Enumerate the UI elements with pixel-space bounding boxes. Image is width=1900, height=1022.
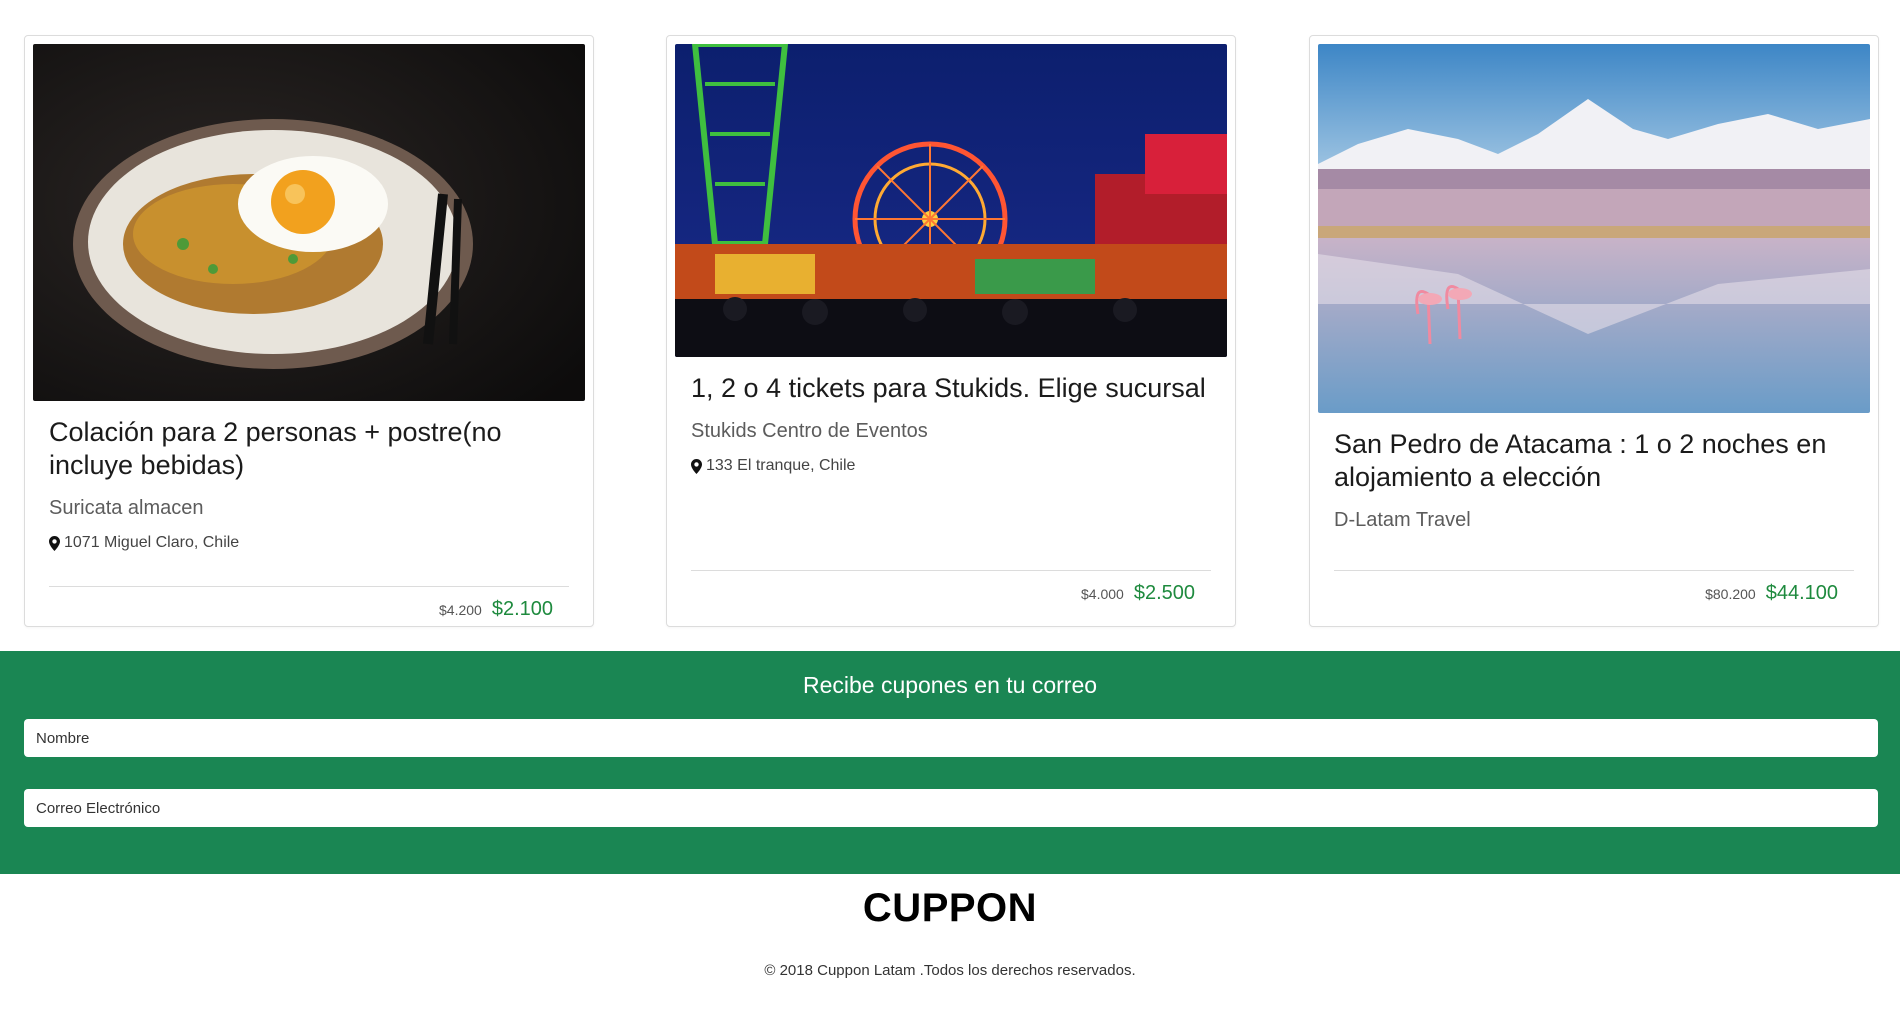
- deal-body: 1, 2 o 4 tickets para Stukids. Elige suc…: [691, 372, 1211, 475]
- email-input[interactable]: [24, 789, 1878, 827]
- deal-body: Colación para 2 personas + postre(no inc…: [49, 416, 569, 552]
- deal-vendor: Suricata almacen: [49, 497, 204, 519]
- deal-card[interactable]: San Pedro de Atacama : 1 o 2 noches en a…: [1309, 35, 1879, 627]
- old-price: $4.000: [1081, 586, 1124, 602]
- deal-location-text: 1071 Miguel Claro, Chile: [64, 534, 240, 551]
- deals-grid: Colación para 2 personas + postre(no inc…: [24, 35, 1879, 627]
- deal-title[interactable]: 1, 2 o 4 tickets para Stukids. Elige suc…: [691, 372, 1211, 405]
- footer-logo[interactable]: CUPPON: [0, 886, 1900, 931]
- map-pin-icon: [49, 535, 60, 551]
- deal-location-text: 133 El tranque, Chile: [706, 457, 856, 474]
- deal-vendor: D-Latam Travel: [1334, 509, 1471, 531]
- old-price: $4.200: [439, 602, 482, 618]
- footer-copyright: © 2018 Cuppon Latam .Todos los derechos …: [764, 962, 1136, 979]
- deal-location: 133 El tranque, Chile: [691, 457, 1211, 475]
- deal-image-amusement-park[interactable]: [675, 44, 1227, 357]
- name-input[interactable]: [24, 719, 1878, 757]
- map-pin-icon: [691, 458, 702, 474]
- divider: [1334, 570, 1854, 571]
- deal-location: 1071 Miguel Claro, Chile: [49, 534, 569, 552]
- new-price: $44.100: [1765, 582, 1838, 604]
- newsletter-title: Recibe cupones en tu correo: [802, 672, 1098, 698]
- deal-prices: $80.200 $44.100: [1705, 582, 1838, 605]
- new-price: $2.500: [1133, 582, 1195, 604]
- deal-title[interactable]: Colación para 2 personas + postre(no inc…: [49, 416, 569, 482]
- deal-card[interactable]: 1, 2 o 4 tickets para Stukids. Elige suc…: [666, 35, 1236, 627]
- deal-prices: $4.000 $2.500: [1081, 582, 1195, 605]
- deal-vendor: Stukids Centro de Eventos: [691, 420, 928, 442]
- old-price: $80.200: [1705, 586, 1756, 602]
- newsletter-section: Recibe cupones en tu correo: [0, 651, 1900, 874]
- deal-image-food[interactable]: [33, 44, 585, 401]
- deal-image-atacama[interactable]: [1318, 44, 1870, 413]
- divider: [49, 586, 569, 587]
- deal-prices: $4.200 $2.100: [439, 598, 553, 621]
- deal-title[interactable]: San Pedro de Atacama : 1 o 2 noches en a…: [1334, 428, 1854, 494]
- divider: [691, 570, 1211, 571]
- new-price: $2.100: [491, 598, 553, 620]
- deal-card[interactable]: Colación para 2 personas + postre(no inc…: [24, 35, 594, 627]
- deal-body: San Pedro de Atacama : 1 o 2 noches en a…: [1334, 428, 1854, 532]
